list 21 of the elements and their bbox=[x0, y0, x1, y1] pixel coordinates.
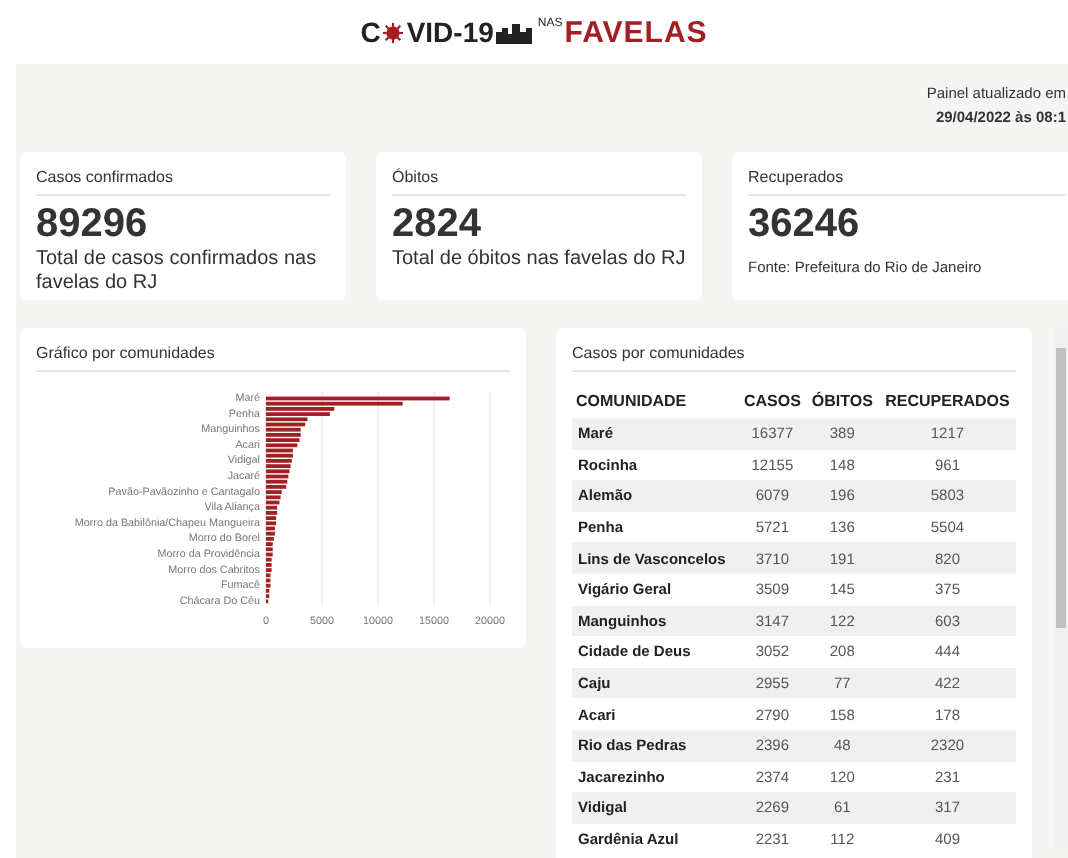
card-title: Gráfico por comunidades bbox=[36, 344, 510, 372]
logo-text: FAVELAS bbox=[564, 15, 708, 49]
column-header: RECUPERADOS bbox=[878, 384, 1017, 418]
stat-value: 2824 bbox=[392, 202, 483, 248]
stat-value: 89296 bbox=[36, 202, 150, 248]
card-title: Recuperados bbox=[748, 168, 1066, 196]
scrollbar[interactable] bbox=[1054, 328, 1068, 848]
stat-caption: Total de óbitos nas favelas do RJ bbox=[392, 248, 686, 272]
stat-value: 36246 bbox=[748, 202, 862, 248]
logo-text: VID-19 bbox=[406, 16, 494, 48]
card-title: Casos confirmados bbox=[36, 168, 330, 196]
virus-icon bbox=[382, 21, 405, 43]
card-title: Casos por comunidades bbox=[572, 344, 1017, 372]
card-title: Óbitos bbox=[392, 168, 686, 196]
column-header: CASOS bbox=[738, 384, 807, 418]
column-header: ÓBITOS bbox=[806, 384, 879, 418]
stat-caption: Total de casos confirmados nas favelas do RJ bbox=[36, 248, 319, 296]
buildings-icon bbox=[495, 21, 532, 43]
scrollbar-thumb[interactable] bbox=[1056, 348, 1067, 628]
column-header: COMUNIDADE bbox=[572, 384, 739, 418]
logo-text: C bbox=[360, 16, 381, 48]
